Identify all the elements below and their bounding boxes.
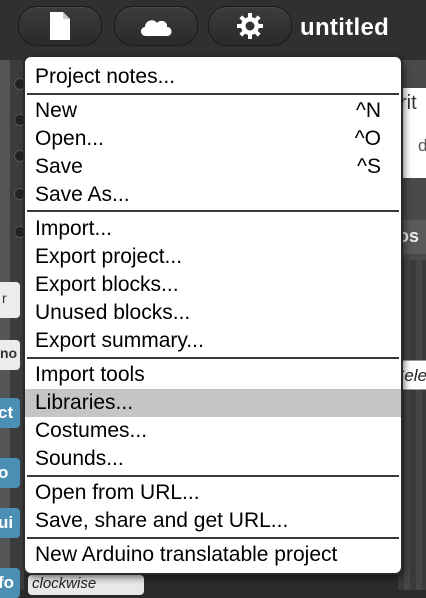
cloud-button[interactable] (114, 6, 198, 46)
menu-item-new[interactable]: New ^N (25, 97, 401, 125)
menu-item-import[interactable]: Import... (25, 215, 401, 243)
file-menu: Project notes... New ^N Open... ^O Save ^S … (25, 57, 401, 573)
top-toolbar: untitled (0, 0, 426, 60)
menu-separator (27, 357, 399, 359)
menu-item-label: Export summary... (35, 329, 204, 352)
palette-block[interactable]: ct (0, 398, 20, 428)
stage-tab-label: os (398, 226, 420, 246)
menu-item-label: Costumes... (35, 419, 148, 442)
file-menu-button[interactable] (18, 6, 102, 46)
project-title: untitled (300, 14, 390, 41)
menu-item-import-tools[interactable]: Import tools (25, 361, 401, 389)
menu-item-label: Save (35, 155, 83, 178)
menu-item-save[interactable]: Save ^S (25, 153, 401, 181)
menu-item-save-share-url[interactable]: Save, share and get URL... (25, 507, 401, 535)
menu-item-project-notes[interactable]: Project notes... (25, 63, 401, 91)
menu-item-unused-blocks[interactable]: Unused blocks... (25, 299, 401, 327)
menu-item-sounds[interactable]: Sounds... (25, 445, 401, 473)
menu-item-label: Unused blocks... (35, 301, 191, 324)
menu-item-new-arduino-translatable[interactable]: New Arduino translatable project (25, 541, 401, 569)
menu-item-label: Save As... (35, 183, 130, 206)
menu-item-label: New Arduino translatable project (35, 543, 338, 566)
menu-item-label: Open... (35, 127, 104, 150)
menu-item-save-as[interactable]: Save As... (25, 181, 401, 209)
file-icon (50, 12, 70, 40)
menu-shortcut: ^N (355, 99, 381, 122)
menu-separator (27, 537, 399, 539)
menu-item-export-project[interactable]: Export project... (25, 243, 401, 271)
menu-item-label: Sounds... (35, 447, 124, 470)
menu-item-libraries[interactable]: Libraries... (25, 389, 401, 417)
menu-item-label: Import tools (35, 363, 145, 386)
settings-button[interactable] (208, 6, 292, 46)
menu-item-label: Open from URL... (35, 481, 200, 504)
menu-item-open-from-url[interactable]: Open from URL... (25, 479, 401, 507)
menu-item-label: Export blocks... (35, 273, 179, 296)
menu-item-label: Export project... (35, 245, 183, 268)
sprite-subtext: d (418, 136, 426, 155)
menu-item-label: Import... (35, 217, 113, 240)
gear-icon (237, 13, 263, 39)
menu-separator (27, 475, 399, 477)
cloud-icon (140, 20, 172, 36)
menu-item-export-summary[interactable]: Export summary... (25, 327, 401, 355)
menu-separator (27, 210, 399, 212)
menu-item-open[interactable]: Open... ^O (25, 125, 401, 153)
sprite-info-card: rit d (398, 88, 426, 178)
palette-block[interactable]: fo (0, 568, 20, 598)
menu-item-label: Save, share and get URL... (35, 509, 289, 532)
menu-item-label: New (35, 99, 78, 122)
palette-tab[interactable]: r (0, 282, 20, 318)
palette-block[interactable]: o (0, 458, 20, 488)
stage-tab[interactable]: os (398, 220, 426, 254)
stage-area (398, 260, 426, 590)
menu-item-costumes[interactable]: Costumes... (25, 417, 401, 445)
palette-block-label[interactable]: no (0, 340, 20, 370)
menu-item-label: Libraries... (35, 391, 134, 414)
sprite-name: rit (400, 92, 417, 114)
menu-item-export-blocks[interactable]: Export blocks... (25, 271, 401, 299)
menu-separator (27, 93, 399, 95)
direction-dropdown[interactable]: clockwise (28, 575, 144, 595)
menu-item-label: Project notes... (35, 65, 176, 88)
menu-shortcut: ^O (354, 127, 381, 150)
menu-shortcut: ^S (357, 155, 381, 178)
palette-block[interactable]: ui (0, 508, 20, 538)
